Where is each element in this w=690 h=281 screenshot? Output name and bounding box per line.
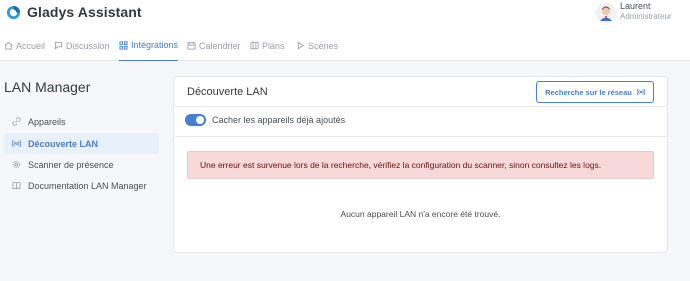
link-icon <box>12 117 21 126</box>
nav-item-label: Plans <box>262 40 285 51</box>
top-header: Gladys Assistant Laurent Administrateur <box>0 0 690 30</box>
radio-icon <box>636 88 645 96</box>
map-icon <box>250 41 259 50</box>
toggle-knob <box>196 116 204 124</box>
nav-item-discussion[interactable]: Discussion <box>54 30 110 61</box>
calendar-icon <box>187 41 196 50</box>
user-avatar-icon <box>596 3 616 23</box>
card-title: Découverte LAN <box>187 86 268 98</box>
nav-item-label: Accueil <box>16 40 46 51</box>
settings-icon <box>12 160 21 169</box>
radio-icon <box>12 140 21 147</box>
user-menu[interactable]: Laurent Administrateur <box>596 2 672 23</box>
error-alert: Une erreur est survenue lors de la reche… <box>187 151 654 179</box>
error-alert-text: Une erreur est survenue lors de la reche… <box>200 160 602 170</box>
hide-added-devices-label: Cacher les appareils déjà ajoutés <box>212 115 346 125</box>
card-header: Découverte LAN Recherche sur le réseau <box>174 77 667 107</box>
sidebar-item-label: Appareils <box>28 116 66 127</box>
avatar <box>596 3 616 23</box>
brand[interactable]: Gladys Assistant <box>6 4 142 20</box>
nav-item-integrations[interactable]: Intégrations <box>119 30 179 61</box>
user-name: Laurent <box>620 1 651 11</box>
scan-network-button[interactable]: Recherche sur le réseau <box>536 81 654 103</box>
lan-discovery-card: Découverte LAN Recherche sur le réseau C… <box>173 76 668 253</box>
sidebar-item-label: Documentation LAN Manager <box>28 180 147 191</box>
book-icon <box>12 181 21 190</box>
sidebar-item-label: Scanner de présence <box>28 159 114 170</box>
sidebar-item-documentation[interactable]: Documentation LAN Manager <box>4 175 159 196</box>
nav-item-scenes[interactable]: Scènes <box>296 30 338 61</box>
nav-item-accueil[interactable]: Accueil <box>4 30 45 61</box>
nav-item-label: Scènes <box>308 40 339 51</box>
sidebar-item-label: Découverte LAN <box>28 138 99 149</box>
home-icon <box>4 41 13 50</box>
empty-state-text: Aucun appareil LAN n'a encore été trouvé… <box>340 209 501 219</box>
divider <box>174 136 667 137</box>
nav-item-label: Calendrier <box>199 40 241 51</box>
hide-added-devices-toggle[interactable] <box>185 114 206 126</box>
sidebar-item-decouverte-lan[interactable]: Découverte LAN <box>4 133 159 154</box>
play-icon <box>297 41 305 50</box>
nav-item-calendrier[interactable]: Calendrier <box>187 30 241 61</box>
nav-item-label: Discussion <box>66 40 110 51</box>
scan-network-button-label: Recherche sur le réseau <box>545 87 632 97</box>
nav-item-label: Intégrations <box>131 40 179 50</box>
sidebar-item-appareils[interactable]: Appareils <box>4 111 159 132</box>
message-icon <box>54 41 63 50</box>
gladys-logo-icon <box>6 5 21 19</box>
user-role: Administrateur <box>620 12 672 21</box>
hide-added-devices-row: Cacher les appareils déjà ajoutés <box>185 114 345 126</box>
sidebar-item-scanner[interactable]: Scanner de présence <box>4 154 159 175</box>
grid-icon <box>119 40 128 50</box>
brand-name: Gladys Assistant <box>27 4 142 20</box>
page-title: LAN Manager <box>4 79 91 95</box>
main-nav: Accueil Discussion Intégrations Calendri… <box>0 30 690 61</box>
nav-item-plans[interactable]: Plans <box>250 30 285 61</box>
